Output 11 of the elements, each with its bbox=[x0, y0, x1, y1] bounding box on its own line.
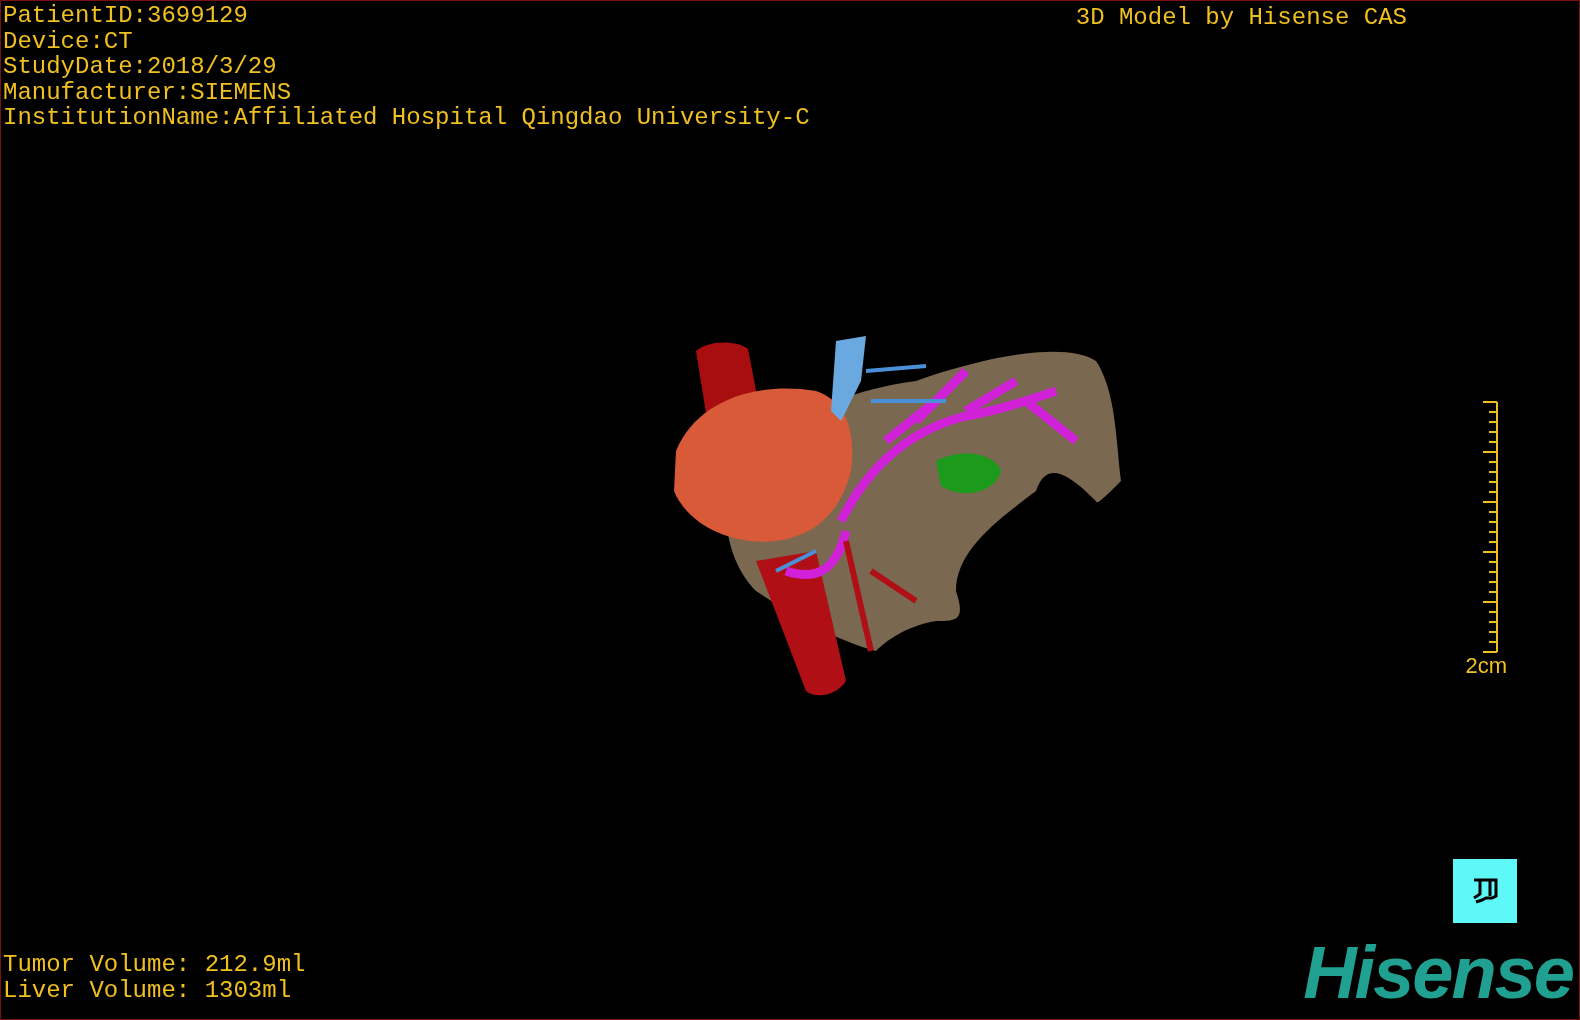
credit-text: 3D Model by Hisense CAS bbox=[1075, 3, 1407, 33]
patient-info-text: InstitutionName:Affiliated Hospital Qingdao University-C bbox=[3, 105, 810, 131]
patient-info-text: Manufacturer:SIEMENS bbox=[3, 79, 293, 105]
patient-info-text: StudyDate:2018/3/29 bbox=[3, 54, 278, 80]
patient-info-text: Device:CT bbox=[3, 28, 134, 54]
volume-text: Tumor Volume: 212.9ml bbox=[3, 952, 306, 978]
patient-info-text: PatientID:3699129 bbox=[3, 3, 249, 29]
logo: Hisense bbox=[1303, 933, 1573, 1016]
view-button[interactable] bbox=[1453, 859, 1517, 923]
volume-text: Liver Volume: 1303ml bbox=[3, 977, 293, 1003]
scale-label: 2cm bbox=[1465, 652, 1507, 679]
